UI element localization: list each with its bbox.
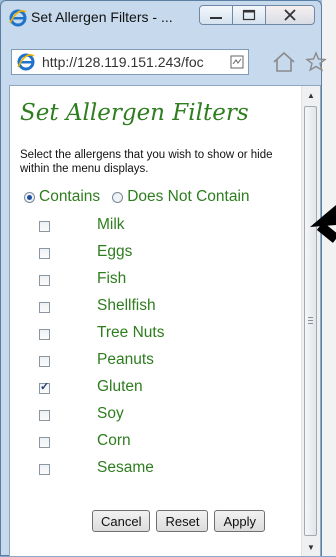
minimize-button[interactable] — [199, 5, 233, 25]
scroll-up-arrow-icon[interactable]: ▲ — [302, 86, 320, 104]
allergen-row-eggs: Eggs — [10, 240, 300, 266]
background-page-edge — [322, 0, 336, 556]
annotation-arrow-icon — [310, 205, 336, 243]
allergen-label[interactable]: Corn — [97, 432, 131, 450]
eggs-checkbox[interactable] — [39, 248, 50, 259]
scrollbar-thumb[interactable] — [304, 106, 317, 536]
gluten-checkbox[interactable] — [39, 380, 50, 394]
internet-explorer-icon — [9, 9, 27, 27]
allergen-row-shellfish: Shellfish — [10, 294, 300, 320]
reset-button[interactable]: Reset — [156, 510, 209, 532]
maximize-button[interactable] — [232, 5, 266, 25]
allergen-row-milk: Milk — [10, 213, 300, 239]
allergen-row-corn: Corn — [10, 429, 300, 455]
page-title: Set Allergen Filters — [20, 100, 249, 126]
allergen-label[interactable]: Fish — [97, 270, 126, 288]
allergen-label[interactable]: Eggs — [97, 243, 132, 261]
tree-nuts-checkbox[interactable] — [39, 329, 50, 340]
scroll-down-arrow-icon[interactable]: ▼ — [302, 538, 320, 556]
allergen-row-soy: Soy — [10, 402, 300, 428]
does-not-contain-radio[interactable] — [112, 191, 124, 203]
close-icon — [284, 9, 296, 21]
allergen-label[interactable]: Milk — [97, 216, 125, 234]
instructions-text: Select the allergens that you wish to sh… — [20, 149, 273, 175]
close-button[interactable] — [265, 5, 315, 25]
sesame-checkbox[interactable] — [39, 464, 50, 475]
corn-checkbox[interactable] — [39, 437, 50, 448]
allergen-row-sesame: Sesame — [10, 456, 300, 482]
allergen-filter-panel: Set Allergen Filters Select the allergen… — [9, 85, 321, 557]
compatibility-view-icon[interactable] — [230, 54, 244, 70]
title-bar[interactable]: Set Allergen Filters - ... — [1, 1, 323, 35]
filter-mode-group: Contains Does Not Contain — [24, 187, 250, 207]
does-not-contain-label[interactable]: Does Not Contain — [127, 188, 249, 206]
maximize-icon — [242, 9, 256, 21]
home-icon[interactable] — [271, 49, 297, 75]
peanuts-checkbox[interactable] — [39, 356, 50, 367]
cancel-button[interactable]: Cancel — [92, 510, 151, 532]
internet-explorer-icon — [17, 53, 35, 71]
soy-checkbox[interactable] — [39, 410, 50, 421]
allergen-row-peanuts: Peanuts — [10, 348, 300, 374]
allergen-label[interactable]: Tree Nuts — [97, 324, 164, 342]
milk-checkbox[interactable] — [39, 221, 50, 232]
allergen-label[interactable]: Gluten — [97, 378, 143, 396]
url-text: http://128.119.151.243/foc — [42, 54, 204, 70]
allergen-label[interactable]: Sesame — [97, 459, 154, 477]
allergen-label[interactable]: Peanuts — [97, 351, 154, 369]
allergen-row-gluten: Gluten — [10, 375, 300, 401]
grip-icon — [308, 317, 313, 325]
apply-button[interactable]: Apply — [214, 510, 265, 532]
address-bar[interactable]: http://128.119.151.243/foc — [11, 49, 249, 75]
allergen-row-tree-nuts: Tree Nuts — [10, 321, 300, 347]
allergen-row-fish: Fish — [10, 267, 300, 293]
vertical-scrollbar[interactable]: ▲ ▼ — [301, 86, 320, 556]
fish-checkbox[interactable] — [39, 275, 50, 286]
contains-radio[interactable] — [24, 191, 35, 203]
contains-label[interactable]: Contains — [39, 188, 100, 206]
action-buttons: Cancel Reset Apply — [92, 510, 265, 532]
favorites-star-icon[interactable] — [305, 49, 327, 75]
minimize-icon — [210, 17, 222, 19]
allergen-label[interactable]: Soy — [97, 405, 124, 423]
popup-window: Set Allergen Filters - ... http://128.11… — [0, 0, 327, 557]
allergen-label[interactable]: Shellfish — [97, 297, 156, 315]
window-title: Set Allergen Filters - ... — [31, 9, 173, 25]
shellfish-checkbox[interactable] — [39, 302, 50, 313]
